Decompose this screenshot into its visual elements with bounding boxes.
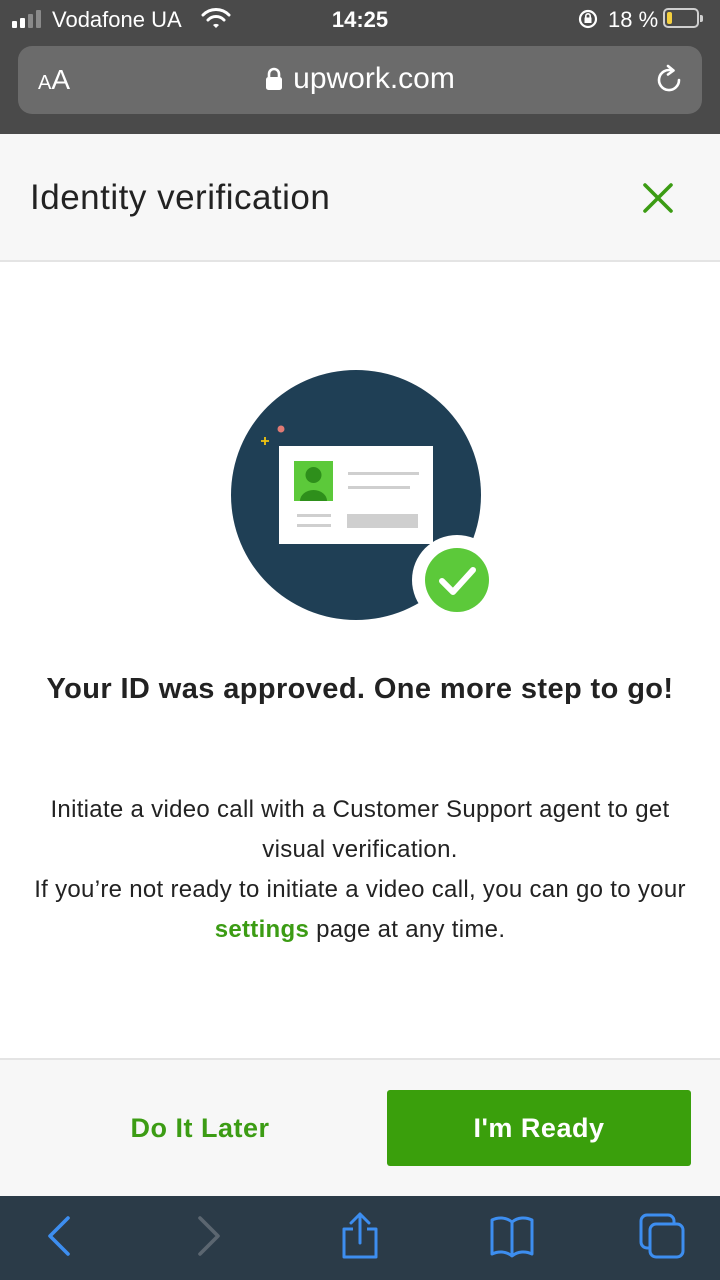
browser-chrome: Vodafone UA 14:25 18 % AA upwork.com bbox=[0, 0, 720, 134]
modal-header: Identity verification bbox=[0, 134, 720, 262]
back-icon[interactable] bbox=[36, 1212, 84, 1260]
tabs-icon[interactable] bbox=[638, 1212, 686, 1260]
reload-icon[interactable] bbox=[652, 63, 686, 102]
close-icon[interactable] bbox=[636, 176, 680, 220]
do-it-later-button[interactable]: Do It Later bbox=[30, 1090, 370, 1166]
battery-percent: 18 % bbox=[608, 7, 659, 32]
approval-headline: Your ID was approved. One more step to g… bbox=[46, 673, 674, 705]
address-bar[interactable]: AA upwork.com bbox=[18, 46, 702, 114]
share-icon[interactable] bbox=[336, 1212, 384, 1260]
status-bar: Vodafone UA 14:25 18 % bbox=[0, 0, 720, 40]
orientation-lock-icon bbox=[576, 8, 600, 36]
bookmarks-icon[interactable] bbox=[488, 1212, 536, 1260]
forward-icon[interactable] bbox=[184, 1212, 232, 1260]
id-card-approved-icon bbox=[228, 366, 502, 628]
battery-icon bbox=[663, 8, 703, 28]
instruction-line-2-end: page at any time. bbox=[309, 916, 506, 943]
settings-link[interactable]: settings bbox=[215, 916, 309, 943]
im-ready-button[interactable]: I'm Ready bbox=[387, 1090, 691, 1166]
url-text: upwork.com bbox=[293, 62, 455, 95]
browser-toolbar bbox=[0, 1196, 720, 1280]
url-field[interactable]: upwork.com bbox=[18, 62, 702, 96]
instruction-text: Initiate a video call with a Customer Su… bbox=[20, 790, 700, 950]
instruction-line-1: Initiate a video call with a Customer Su… bbox=[50, 796, 670, 863]
lock-icon bbox=[266, 67, 283, 90]
instruction-line-2-start: If you’re not ready to initiate a video … bbox=[34, 876, 686, 903]
modal-title: Identity verification bbox=[30, 178, 331, 217]
